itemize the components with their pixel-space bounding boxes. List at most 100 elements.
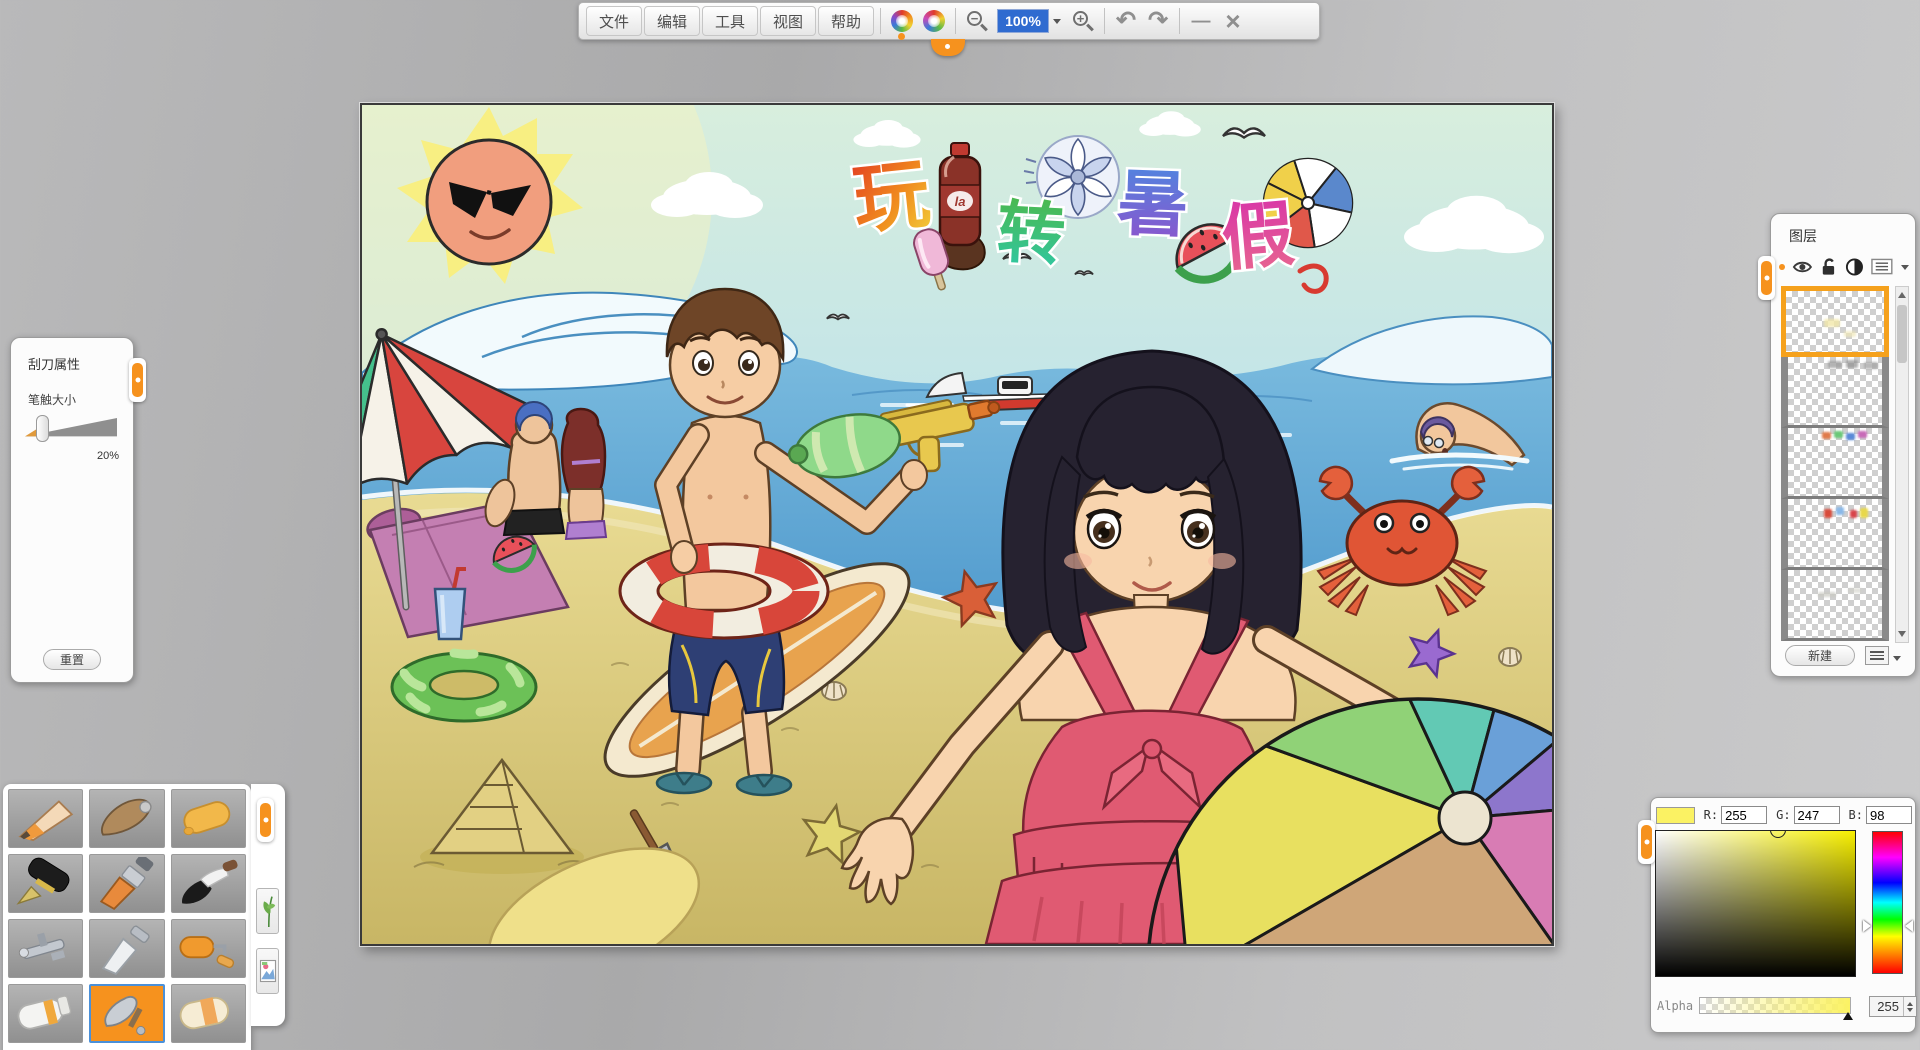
main-toolbar: 文件 编辑 工具 视图 帮助 − 100% + ↶ ↷ — × [578, 2, 1320, 40]
menu-edit[interactable]: 编辑 [644, 6, 700, 36]
svg-text:转: 转 [995, 193, 1067, 275]
drawing-canvas[interactable]: la 玩 转 暑 假 [360, 103, 1554, 946]
brush-wood-tip[interactable] [89, 789, 164, 848]
g-label: G: [1776, 808, 1790, 822]
toolbar-separator [1104, 8, 1105, 34]
menu-view[interactable]: 视图 [760, 6, 816, 36]
color-wheel-icon[interactable] [886, 6, 918, 36]
layer-item[interactable] [1781, 357, 1889, 428]
hue-slider[interactable] [1872, 831, 1903, 974]
brush-fountain-pen[interactable] [8, 854, 83, 913]
fountain-pen-icon [11, 857, 81, 911]
redo-icon: ↷ [1148, 9, 1168, 33]
brush-paint-tube[interactable] [8, 984, 83, 1043]
svg-text:暑: 暑 [1115, 161, 1190, 247]
svg-text:玩: 玩 [849, 148, 934, 244]
zoom-out-button[interactable]: − [961, 6, 993, 36]
alpha-slider[interactable] [1699, 997, 1851, 1014]
alpha-label: Alpha [1657, 999, 1693, 1013]
sv-cursor[interactable] [1770, 830, 1786, 838]
redo-button[interactable]: ↷ [1142, 6, 1174, 36]
layers-scrollbar[interactable] [1895, 286, 1909, 643]
toolbar-drag-handle[interactable] [931, 39, 965, 56]
rainbow-circle-icon [891, 10, 913, 32]
brush-flat-brush[interactable] [89, 854, 164, 913]
layers-drag-handle[interactable] [1758, 256, 1775, 300]
color-drag-handle[interactable] [1638, 820, 1655, 864]
undo-button[interactable]: ↶ [1110, 6, 1142, 36]
zoom-in-icon: + [1072, 10, 1094, 32]
layer-item[interactable] [1781, 428, 1889, 499]
palette-drag-handle[interactable] [257, 798, 274, 842]
menu-file[interactable]: 文件 [586, 6, 642, 36]
brush-palette-knife[interactable] [89, 919, 164, 978]
layers-options-button[interactable] [1865, 646, 1889, 665]
toolbar-separator [880, 8, 881, 34]
visibility-eye-icon[interactable] [1792, 258, 1813, 276]
layer-item[interactable] [1781, 570, 1889, 641]
active-dot [898, 33, 905, 40]
menu-edit-label: 编辑 [657, 11, 687, 32]
brush-pencil[interactable] [8, 789, 83, 848]
brush-airbrush[interactable] [8, 919, 83, 978]
layer-menu-caret[interactable] [1901, 265, 1909, 270]
brush-scraper-selected[interactable] [89, 984, 164, 1043]
scroll-down-icon[interactable] [1896, 627, 1908, 641]
new-layer-button[interactable]: 新建 [1785, 645, 1855, 666]
zoom-in-button[interactable]: + [1067, 6, 1099, 36]
b-label: B: [1849, 808, 1863, 822]
r-input[interactable] [1721, 806, 1767, 824]
brush-paint-roller[interactable] [171, 919, 246, 978]
minimize-button[interactable]: — [1185, 6, 1217, 36]
reset-button[interactable]: 重置 [43, 649, 101, 670]
menu-tools[interactable]: 工具 [702, 6, 758, 36]
ink-brush-icon [173, 857, 243, 911]
layers-panel: 图层 [1770, 213, 1916, 677]
scrollbar-thumb[interactable] [1897, 305, 1907, 363]
close-button[interactable]: × [1217, 6, 1249, 36]
blend-half-circle-icon[interactable] [1845, 257, 1864, 277]
menu-help-label: 帮助 [831, 11, 861, 32]
slider-thumb[interactable] [36, 415, 49, 442]
plant-stamp-button[interactable] [256, 888, 279, 934]
brush-eraser[interactable] [171, 984, 246, 1043]
scraper-properties-panel: 刮刀属性 笔触大小 20% 重置 [10, 337, 134, 683]
saturation-value-field[interactable] [1655, 830, 1856, 977]
zoom-level-field[interactable]: 100% [997, 9, 1049, 33]
b-input[interactable] [1866, 806, 1912, 824]
brush-crayon[interactable] [171, 789, 246, 848]
scroll-up-icon[interactable] [1896, 288, 1908, 302]
alpha-spin-arrows[interactable] [1903, 997, 1916, 1016]
picture-icon [259, 956, 277, 986]
layer-item[interactable] [1781, 499, 1889, 570]
rainbow-swirl-icon[interactable] [918, 6, 950, 36]
g-input[interactable] [1794, 806, 1840, 824]
new-layer-label: 新建 [1808, 647, 1832, 664]
layers-options-caret[interactable] [1893, 656, 1901, 661]
minimize-icon: — [1192, 12, 1211, 31]
menu-help[interactable]: 帮助 [818, 6, 874, 36]
menu-view-label: 视图 [773, 11, 803, 32]
color-picker-panel: R: G: B: Alpha 255 [1650, 797, 1916, 1033]
alpha-marker[interactable] [1843, 1012, 1853, 1020]
reset-button-label: 重置 [60, 651, 84, 668]
toolbar-separator [955, 8, 956, 34]
layer-menu-icon[interactable] [1871, 258, 1894, 276]
alpha-value: 255 [1870, 999, 1903, 1014]
brush-size-slider[interactable] [25, 416, 117, 442]
r-label: R: [1704, 808, 1718, 822]
zoom-dropdown-caret[interactable] [1053, 19, 1061, 24]
unlock-icon[interactable] [1819, 257, 1838, 277]
alpha-spinner[interactable]: 255 [1869, 996, 1917, 1017]
current-color-swatch[interactable] [1656, 807, 1695, 824]
brush-ink-brush[interactable] [171, 854, 246, 913]
hue-marker-left[interactable] [1863, 920, 1871, 932]
layer-item-selected[interactable] [1781, 286, 1889, 357]
picture-stamp-button[interactable] [256, 948, 279, 994]
panel-drag-handle[interactable] [129, 358, 146, 402]
toolbar-separator [1179, 8, 1180, 34]
menu-file-label: 文件 [599, 11, 629, 32]
menu-tools-label: 工具 [715, 11, 745, 32]
seashell [1499, 648, 1521, 666]
hue-marker-right[interactable] [1905, 920, 1913, 932]
